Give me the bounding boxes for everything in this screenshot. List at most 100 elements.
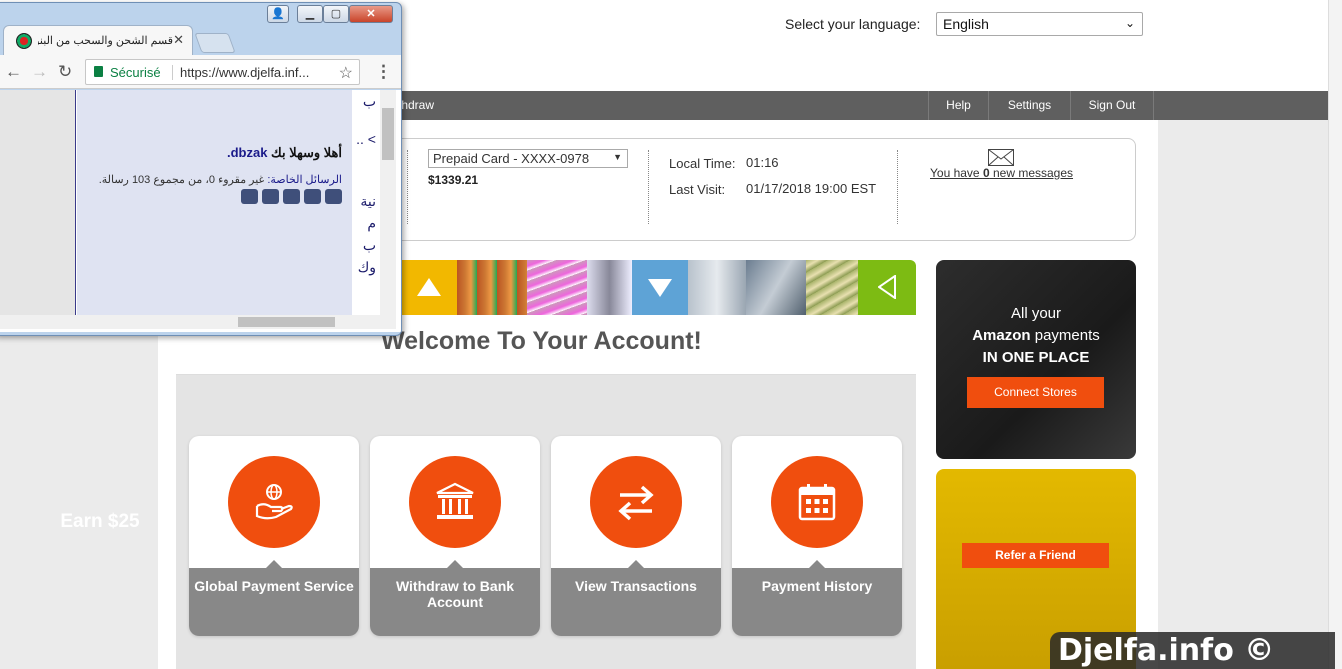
language-value: English: [943, 16, 989, 32]
page-right-fragments: ب > .. نية م ب وك: [352, 90, 380, 315]
browser-toolbar: ← → ↻ Sécurisé https://www.djelfa.inf...…: [0, 55, 401, 89]
reload-icon[interactable]: ↻: [58, 62, 72, 82]
site-favicon-icon: [16, 33, 32, 49]
connect-stores-button[interactable]: Connect Stores: [967, 377, 1104, 408]
service-label: View Transactions: [551, 568, 721, 636]
logout-icon[interactable]: [325, 189, 342, 204]
user-icon[interactable]: 👤: [267, 5, 289, 23]
divider: [172, 65, 173, 80]
page-left-column: [0, 90, 76, 315]
banner-photo-cash: [806, 260, 858, 315]
divider: [897, 150, 898, 224]
transfer-arrows-icon: [618, 485, 654, 521]
local-time-label: Local Time:: [669, 156, 736, 171]
new-tab-button[interactable]: [194, 33, 236, 53]
forward-arrow-icon[interactable]: →: [31, 62, 48, 82]
watermark: Djelfa.info © 2018: [1050, 632, 1335, 669]
refer-friend-button[interactable]: Refer a Friend: [962, 543, 1109, 568]
ad-line: Amazon payments: [936, 327, 1136, 344]
private-messages-info: الرسائل الخاصة: غير مقروء 0، من مجموع 10…: [99, 173, 342, 186]
gear-icon[interactable]: [304, 189, 321, 204]
lock-icon: [94, 66, 103, 77]
secure-label: Sécurisé: [110, 65, 161, 80]
envelope-icon[interactable]: [988, 149, 1014, 166]
url-text: https://www.djelfa.inf...: [180, 65, 310, 80]
nav-item-help[interactable]: Help: [928, 91, 988, 120]
popup-browser-window[interactable]: 👤 ▁ ▢ ✕ قسم الشحن والسحب من البنوك ال ✕ …: [0, 2, 402, 336]
service-card-payment-history[interactable]: Payment History: [732, 436, 902, 636]
balance-amount: $1339.21: [428, 173, 479, 187]
chat-icon[interactable]: [262, 189, 279, 204]
banner-photo-dolls: [457, 260, 527, 315]
text-fragment: ب: [362, 93, 376, 109]
text-fragment: > ..: [356, 131, 376, 147]
close-window-button[interactable]: ✕: [349, 5, 393, 23]
last-visit-label: Last Visit:: [669, 182, 726, 197]
user-panel-icons: [237, 189, 342, 207]
calendar-icon: [798, 484, 836, 521]
earn-title: Earn $25: [60, 511, 140, 532]
greeting: أهلا وسهلا بك dbzak.: [227, 145, 342, 161]
nav-item-withdraw[interactable]: thdraw: [398, 91, 434, 120]
nav-item-sign-out[interactable]: Sign Out: [1070, 91, 1154, 120]
scroll-thumb[interactable]: [382, 108, 394, 160]
card-select[interactable]: Prepaid Card - XXXX-0978 ▼: [428, 149, 628, 168]
messages-suffix: new messages: [989, 166, 1074, 180]
tile-notch: [628, 560, 644, 568]
divider: [648, 150, 649, 224]
vertical-scrollbar[interactable]: [380, 90, 396, 315]
tile-notch: [809, 560, 825, 568]
popup-page-viewport: أهلا وسهلا بك dbzak. الرسائل الخاصة: غير…: [0, 90, 401, 332]
back-arrow-icon[interactable]: ←: [5, 62, 22, 82]
service-card-withdraw-to-bank[interactable]: Withdraw to Bank Account: [370, 436, 540, 636]
username-link[interactable]: dbzak.: [227, 145, 267, 160]
language-select[interactable]: English ⌄: [936, 12, 1143, 36]
pm-text: غير مقروء 0، من مجموع 103 رسالة.: [98, 174, 268, 186]
text-fragment: ب: [362, 237, 376, 253]
service-label: Withdraw to Bank Account: [370, 568, 540, 636]
ad-brand: Amazon: [972, 327, 1031, 344]
horizontal-scrollbar[interactable]: [0, 315, 396, 329]
banner-photo-woman: [587, 260, 632, 315]
bank-icon: [436, 482, 474, 519]
service-icon-circle: [771, 456, 863, 548]
add-user-icon[interactable]: [283, 189, 300, 204]
browser-tab[interactable]: قسم الشحن والسحب من البنوك ال ✕: [3, 25, 193, 55]
address-bar[interactable]: Sécurisé https://www.djelfa.inf... ☆: [85, 59, 360, 85]
service-icon-circle: [590, 456, 682, 548]
banner-photo-money: [527, 260, 587, 315]
language-label: Select your language:: [785, 16, 921, 32]
banner-photo-building: [746, 260, 806, 315]
pm-label[interactable]: الرسائل الخاصة:: [267, 174, 342, 186]
banner-photo-meeting: [688, 260, 746, 315]
triangle-up-icon: [417, 278, 441, 296]
page-scrollbar[interactable]: [1328, 0, 1342, 669]
dropdown-arrow-icon: ▼: [613, 152, 622, 162]
service-card-view-transactions[interactable]: View Transactions: [551, 436, 721, 636]
new-messages-link[interactable]: You have 0 new messages: [930, 166, 1073, 180]
maximize-button[interactable]: ▢: [323, 5, 349, 23]
triangle-left-icon: [878, 275, 896, 299]
text-fragment: نية: [360, 193, 376, 209]
nav-item-settings[interactable]: Settings: [988, 91, 1070, 120]
ad-line-rest: payments: [1030, 327, 1100, 344]
amazon-ad: All your Amazon payments IN ONE PLACE: [936, 260, 1136, 459]
minimize-button[interactable]: ▁: [297, 5, 323, 23]
scroll-thumb[interactable]: [238, 317, 335, 327]
close-tab-icon[interactable]: ✕: [173, 32, 184, 48]
messages-prefix: You have: [930, 166, 983, 180]
promo-banner-strip: [395, 260, 916, 315]
triangle-down-icon: [648, 279, 672, 297]
messages-count: 0: [982, 166, 990, 180]
service-card-global-payment[interactable]: Global Payment Service: [189, 436, 359, 636]
tile-notch: [447, 560, 463, 568]
clock-icon[interactable]: [241, 189, 258, 204]
welcome-heading: Welcome To Your Account!: [381, 327, 702, 355]
service-label: Payment History: [732, 568, 902, 636]
ad-line: All your: [1010, 305, 1062, 322]
local-time-value: 01:16: [746, 155, 779, 170]
bookmark-star-icon[interactable]: ☆: [339, 63, 353, 83]
chevron-down-icon: ⌄: [1124, 16, 1135, 30]
menu-dots-icon[interactable]: ⋮: [375, 62, 392, 82]
ad-line: IN ONE PLACE: [982, 349, 1090, 366]
